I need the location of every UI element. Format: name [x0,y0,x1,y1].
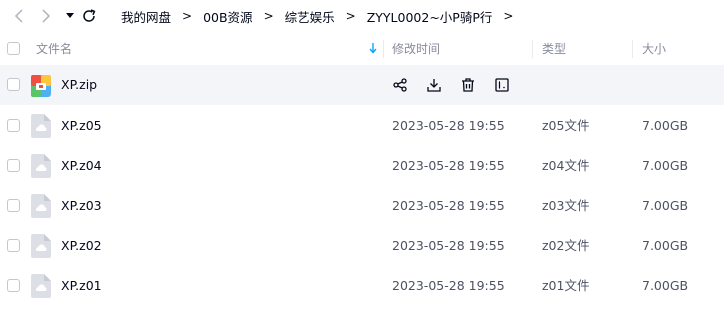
breadcrumb-item[interactable]: 我的网盘 [121,7,171,26]
download-icon [427,79,441,92]
share-button[interactable] [390,75,410,95]
file-name[interactable]: XP.z03 [61,186,102,226]
file-type: z04文件 [542,158,590,173]
chevron-left-icon [14,9,23,23]
file-name[interactable]: XP.z01 [61,266,102,306]
breadcrumb: 我的网盘 > 00B资源 > 综艺娱乐 > ZYYL0002~小P骑P行 > [121,0,524,32]
breadcrumb-item[interactable]: 00B资源 [203,7,252,26]
row-checkbox[interactable] [7,239,20,252]
file-size: 7.00GB [642,118,689,133]
back-button[interactable] [10,7,28,25]
row-checkbox[interactable] [7,279,20,292]
file-name[interactable]: XP.z02 [61,226,102,266]
column-header-name[interactable]: 文件名 [36,32,72,66]
rename-button[interactable] [492,75,512,95]
file-row[interactable]: XP.z02 2023-05-28 19:55 z02文件 7.00GB [0,226,724,266]
share-icon [393,78,407,92]
delete-button[interactable] [458,75,478,95]
file-row[interactable]: XP.z05 2023-05-28 19:55 z05文件 7.00GB [0,106,724,146]
file-type: z02文件 [542,238,590,253]
chevron-right-icon [42,9,51,23]
file-mtime: 2023-05-28 19:55 [392,238,505,253]
breadcrumb-item-current[interactable]: ZYYL0002~小P骑P行 [367,7,493,26]
breadcrumb-separator: > [263,9,274,23]
row-checkbox[interactable] [7,119,20,132]
column-divider[interactable] [532,40,533,58]
cloud-file-icon [31,234,51,258]
file-name[interactable]: XP.z05 [61,106,102,146]
history-dropdown-button[interactable] [61,7,79,25]
navigation-bar: 我的网盘 > 00B资源 > 综艺娱乐 > ZYYL0002~小P骑P行 > [0,0,724,32]
row-checkbox[interactable] [7,159,20,172]
file-size: 7.00GB [642,158,689,173]
cloud-file-icon [31,194,51,218]
breadcrumb-separator: > [345,9,356,23]
file-size: 7.00GB [642,278,689,293]
column-header-size[interactable]: 大小 [642,32,666,66]
file-type: z03文件 [542,198,590,213]
file-type: z01文件 [542,278,590,293]
column-header-mtime[interactable]: 修改时间 [392,32,440,66]
file-row[interactable]: XP.z03 2023-05-28 19:55 z03文件 7.00GB [0,186,724,226]
refresh-icon [83,9,96,22]
rename-icon [495,78,509,92]
file-mtime: 2023-05-28 19:55 [392,198,505,213]
breadcrumb-separator: > [182,9,193,23]
file-type: z05文件 [542,118,590,133]
file-name[interactable]: XP.z04 [61,146,102,186]
sort-arrow-icon[interactable] [369,42,377,54]
delete-icon [462,78,474,92]
column-divider[interactable] [632,40,633,58]
row-checkbox[interactable] [7,78,20,91]
caret-down-icon [66,13,74,18]
file-row[interactable]: XP.zip [0,65,724,105]
cloud-file-icon [31,114,51,138]
column-header-type[interactable]: 类型 [542,32,566,66]
file-mtime: 2023-05-28 19:55 [392,278,505,293]
zip-archive-icon [31,75,51,97]
file-row[interactable]: XP.z04 2023-05-28 19:55 z04文件 7.00GB [0,146,724,186]
file-size: 7.00GB [642,198,689,213]
download-button[interactable] [424,75,444,95]
file-mtime: 2023-05-28 19:55 [392,158,505,173]
refresh-button[interactable] [80,7,98,25]
select-all-checkbox[interactable] [7,42,20,55]
breadcrumb-item[interactable]: 综艺娱乐 [285,7,335,26]
file-row[interactable]: XP.z01 2023-05-28 19:55 z01文件 7.00GB [0,266,724,306]
cloud-file-icon [31,274,51,298]
cloud-file-icon [31,154,51,178]
row-checkbox[interactable] [7,199,20,212]
file-name[interactable]: XP.zip [61,65,97,105]
file-list-header: 文件名 修改时间 类型 大小 [0,32,724,66]
forward-button[interactable] [37,7,55,25]
file-size: 7.00GB [642,238,689,253]
file-mtime: 2023-05-28 19:55 [392,118,505,133]
breadcrumb-separator: > [503,9,514,23]
row-actions [390,75,526,95]
column-divider[interactable] [383,40,384,58]
